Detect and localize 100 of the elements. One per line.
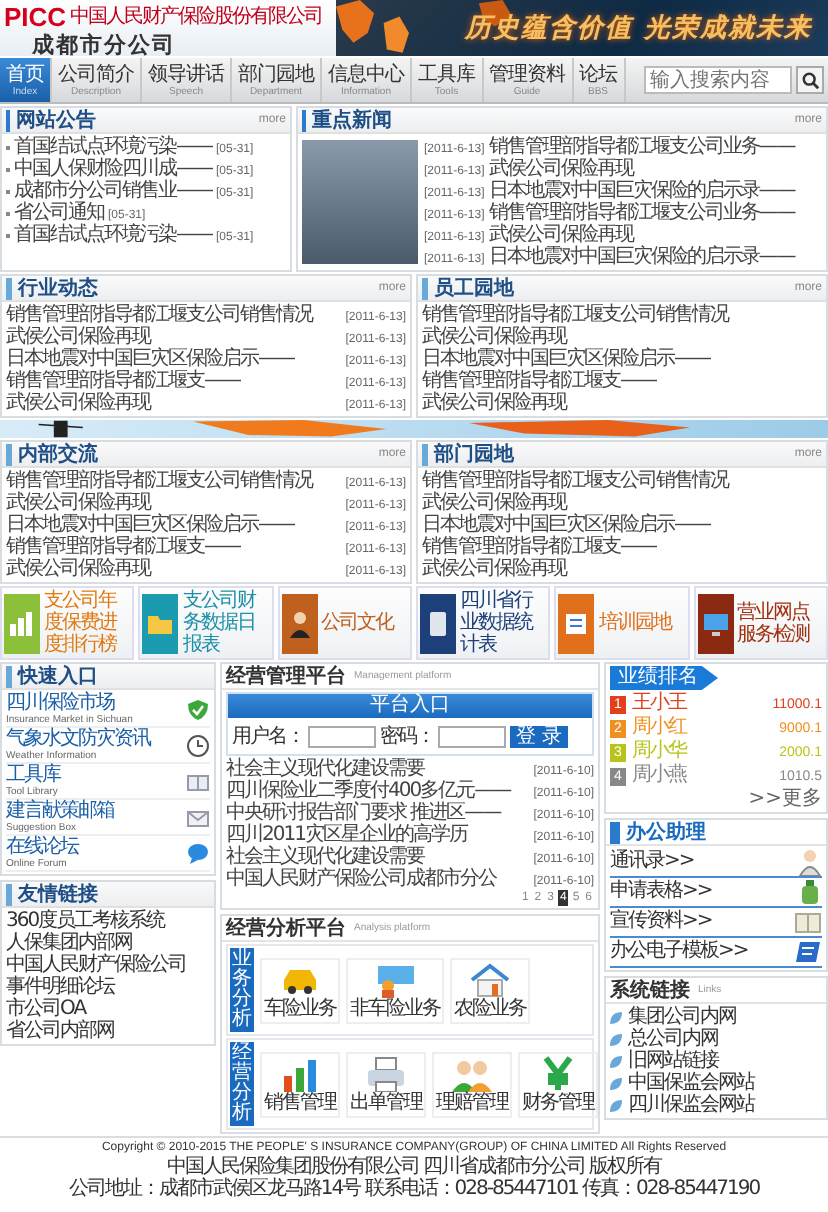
news-link[interactable]: 日本地震对中国巨灾区保险启示—— — [422, 514, 710, 536]
section-title: 经营分析平台 — [226, 917, 346, 939]
analysis-link[interactable]: 非车险业务 — [346, 957, 444, 1023]
analysis-link[interactable]: 农险业务 — [450, 957, 530, 1023]
news-link[interactable]: 武侯公司保险再现 — [422, 492, 566, 514]
login-button[interactable]: 登 录 — [510, 725, 569, 747]
news-link[interactable]: 日本地震对中国巨灾区保险启示—— — [6, 348, 294, 370]
section-title: 重点新闻 — [302, 109, 392, 131]
news-link[interactable]: 四川保险业二季度付400多亿元—— — [226, 780, 511, 802]
branch-name: 成都市分公司 — [32, 32, 178, 60]
news-link[interactable]: 销售管理部指导都江堰支公司销售情况 — [422, 470, 728, 492]
menu-link[interactable]: 营业网点服务检测 — [693, 586, 828, 660]
friend-link[interactable]: 人保集团内部网 — [6, 932, 210, 954]
news-link[interactable]: 销售管理部指导都江堰支—— — [6, 536, 240, 558]
search-button[interactable] — [796, 66, 824, 94]
menu-link[interactable]: 支公司财务数据日报表 — [138, 586, 274, 660]
system-link[interactable]: 中国保监会网站 — [628, 1072, 754, 1094]
analysis-link[interactable]: 车险业务 — [260, 957, 340, 1023]
search-field[interactable]: 输入搜索内容 — [644, 66, 792, 94]
section-title: 内部交流 — [6, 443, 98, 465]
agent-name: 周小红 — [632, 716, 686, 739]
news-link[interactable]: 武侯公司保险再现 — [488, 158, 633, 180]
news-link[interactable]: 销售管理部指导都江堰支公司业务—— — [488, 202, 795, 224]
people-icon — [450, 1055, 494, 1091]
office-link[interactable]: 通讯录>> — [610, 848, 822, 878]
menu-link[interactable]: 公司文化 — [277, 586, 412, 660]
search-icon — [801, 71, 819, 89]
section-title: 行业动态 — [6, 277, 98, 299]
notice-link[interactable]: 省公司通知 — [14, 202, 104, 224]
news-link[interactable]: 武侯公司保险再现 — [422, 558, 566, 580]
news-link[interactable]: 中央研讨报告部门要求 推进区—— — [226, 802, 501, 824]
notice-link[interactable]: 首国结试点环境污染—— — [14, 136, 212, 158]
more-link[interactable]: >>更多 — [610, 788, 822, 810]
news-link[interactable]: 销售管理部指导都江堰支—— — [422, 536, 656, 558]
section-title: 部门园地 — [422, 443, 514, 465]
news-link[interactable]: 销售管理部指导都江堰支公司销售情况 — [6, 470, 312, 492]
company-logo: PICC — [4, 2, 67, 32]
analysis-link[interactable]: 理赔管理 — [432, 1051, 512, 1117]
notice-link[interactable]: 成都市分公司销售业—— — [14, 180, 212, 202]
news-link[interactable]: 武侯公司保险再现 — [422, 392, 566, 414]
news-link[interactable]: 社会主义现代化建设需要 — [226, 846, 424, 868]
friend-link[interactable]: 360度员工考核系统 — [6, 910, 210, 932]
billboard-icon — [373, 961, 417, 997]
leaf-bullet-icon — [610, 1077, 622, 1089]
system-link[interactable]: 旧网站链接 — [628, 1050, 718, 1072]
analysis-link[interactable]: 销售管理 — [260, 1051, 340, 1117]
news-link[interactable]: 日本地震对中国巨灾区保险启示—— — [6, 514, 294, 536]
news-link[interactable]: 销售管理部指导都江堰支—— — [6, 370, 240, 392]
news-link[interactable]: 武侯公司保险再现 — [6, 492, 150, 514]
house-icon — [468, 961, 512, 997]
password-field[interactable] — [438, 725, 506, 747]
leaf-bullet-icon — [610, 1033, 622, 1045]
analysis-link[interactable]: 出单管理 — [346, 1051, 426, 1117]
friend-link[interactable]: 事件明细论坛 — [6, 976, 210, 998]
news-link[interactable]: 日本地震对中国巨灾保险的启示录—— — [488, 246, 795, 268]
office-link[interactable]: 申请表格>> — [610, 878, 822, 908]
news-link[interactable]: 销售管理部指导都江堰支—— — [422, 370, 656, 392]
news-link[interactable]: 中国人民财产保险公司成都市分公 — [226, 868, 496, 890]
category-tag: 业务分析 — [230, 948, 254, 1032]
news-link[interactable]: 武侯公司保险再现 — [6, 326, 150, 348]
photo-placeholder — [302, 140, 418, 264]
news-link[interactable]: 武侯公司保险再现 — [6, 392, 150, 414]
company-name: 中国人民财产保险股份有限公司 — [70, 5, 323, 29]
news-link[interactable]: 武侯公司保险再现 — [6, 558, 150, 580]
news-link[interactable]: 销售管理部指导都江堰支公司业务—— — [488, 136, 795, 158]
bottle-icon — [798, 878, 822, 906]
notice-link[interactable]: 首国结试点环境污染—— — [14, 224, 212, 246]
news-link[interactable]: 日本地震对中国巨灾保险的启示录—— — [488, 180, 795, 202]
footer-text: 中国人民保险集团股份有限公司 四川省成都市分公司 版权所有 — [166, 1156, 662, 1178]
section-title: 员工园地 — [422, 277, 514, 299]
friend-link[interactable]: 中国人民财产保险公司 — [6, 954, 210, 976]
analysis-link[interactable]: 财务管理 — [518, 1051, 598, 1117]
news-link[interactable]: 销售管理部指导都江堰支公司销售情况 — [6, 304, 312, 326]
menu-link[interactable]: 四川省行业数据统计表 — [416, 586, 551, 660]
section-title: 经营管理平台 — [226, 665, 346, 687]
leaf-bullet-icon — [610, 1011, 622, 1023]
friend-link[interactable]: 省公司内部网 — [6, 1020, 210, 1042]
news-link[interactable]: 销售管理部指导都江堰支公司销售情况 — [422, 304, 728, 326]
person-icon — [798, 848, 822, 876]
system-link[interactable]: 集团公司内网 — [628, 1006, 736, 1028]
friend-link[interactable]: 市公司OA — [6, 998, 210, 1020]
office-link[interactable]: 宣传资料>> — [610, 908, 822, 938]
category-tag: 经营分析 — [230, 1042, 254, 1126]
envelope-icon — [186, 805, 210, 829]
system-link[interactable]: 总公司内网 — [628, 1028, 718, 1050]
agent-name: 周小燕 — [632, 764, 686, 788]
username-field[interactable] — [308, 725, 376, 747]
notice-link[interactable]: 中国人保财险四川成—— — [14, 158, 212, 180]
news-link[interactable]: 社会主义现代化建设需要 — [226, 758, 424, 780]
news-link[interactable]: 四川2011灾区星企业的高学历 — [226, 824, 467, 846]
news-link[interactable]: 日本地震对中国巨灾区保险启示—— — [422, 348, 710, 370]
office-link[interactable]: 办公电子模板>> — [610, 938, 822, 968]
system-link[interactable]: 四川保监会网站 — [628, 1094, 754, 1116]
leaf-bullet-icon — [610, 1055, 622, 1067]
news-link[interactable]: 武侯公司保险再现 — [488, 224, 633, 246]
section-title: 快速入口 — [6, 665, 98, 687]
book-icon — [186, 769, 210, 793]
news-link[interactable]: 武侯公司保险再现 — [422, 326, 566, 348]
agent-name: 王小王 — [632, 692, 686, 715]
agent-name: 周小华 — [632, 740, 686, 763]
